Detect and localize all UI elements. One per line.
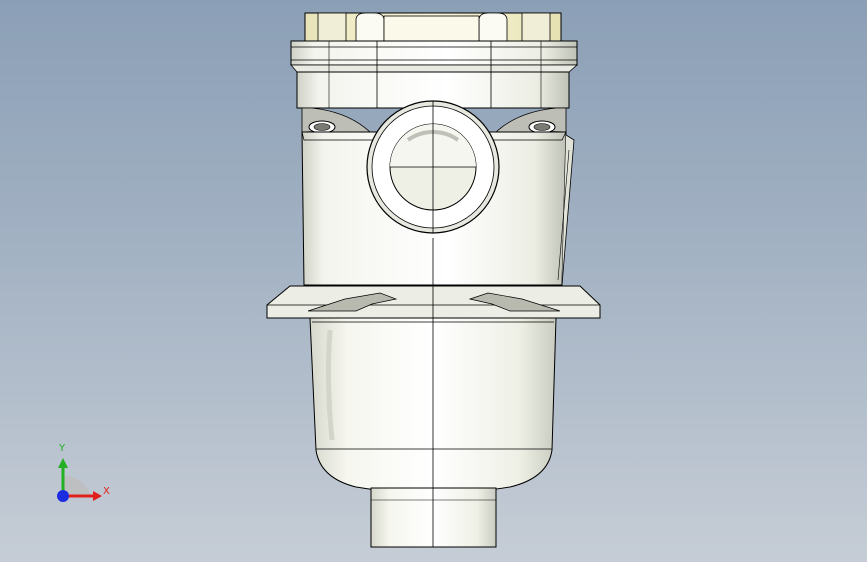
cad-viewport[interactable]: Y X Z bbox=[0, 0, 867, 562]
triad-y-label: Y bbox=[59, 443, 66, 454]
flange[interactable] bbox=[266, 285, 601, 319]
head-block[interactable] bbox=[290, 40, 579, 109]
triad-x-label: X bbox=[103, 486, 110, 497]
orientation-triad bbox=[57, 458, 102, 502]
filter-housing-model[interactable] bbox=[0, 0, 867, 562]
drain-neck[interactable] bbox=[370, 487, 497, 548]
top-cap[interactable] bbox=[304, 12, 562, 42]
filter-bowl[interactable] bbox=[309, 317, 557, 494]
inlet-port[interactable] bbox=[366, 100, 500, 234]
